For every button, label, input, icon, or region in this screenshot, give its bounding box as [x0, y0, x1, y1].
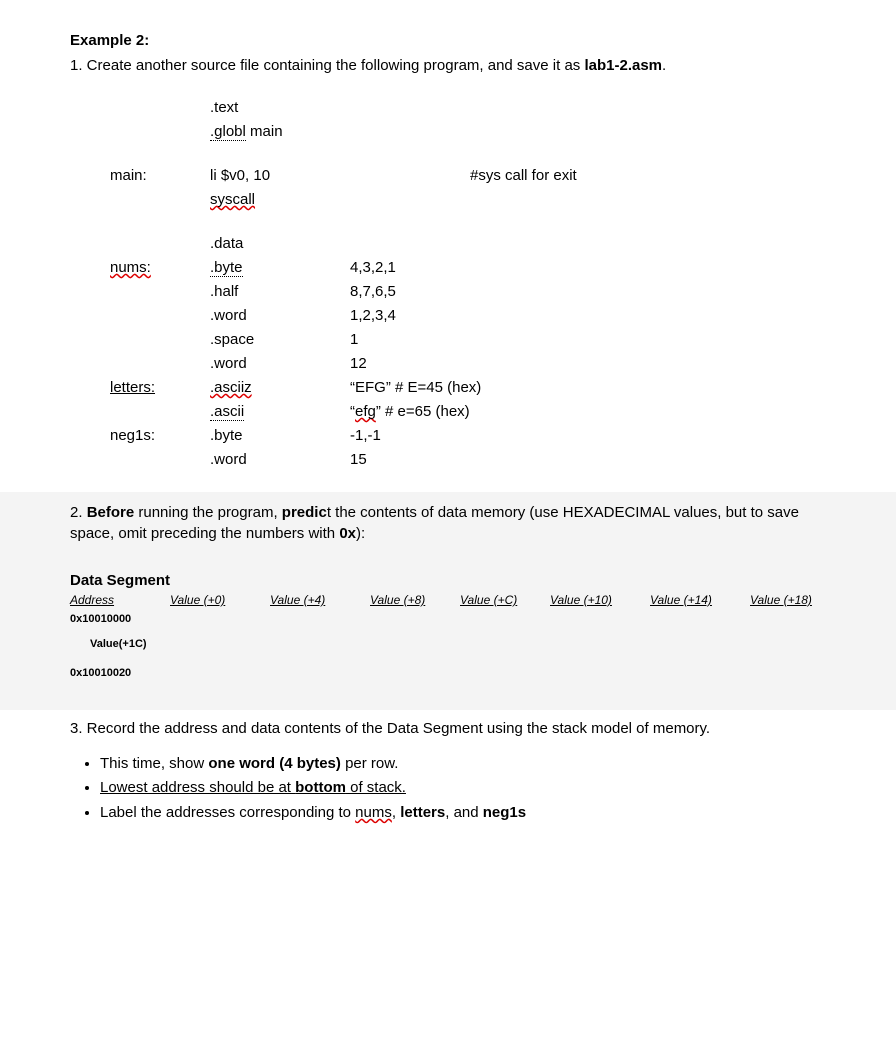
code-line: .word 12 — [110, 352, 826, 376]
b3b: nums — [355, 804, 392, 821]
value-text: -1,-1 — [350, 424, 470, 448]
value-text: 1 — [350, 328, 470, 352]
directive-text: .word — [210, 352, 350, 376]
code-line: .half 8,7,6,5 — [110, 280, 826, 304]
prediction-section: 2. Before running the program, predict t… — [0, 492, 896, 710]
col-value-c: Value (+C) — [460, 591, 550, 610]
b2-underline: Lowest address should be at bottom of st… — [100, 779, 406, 796]
directive-text: .space — [210, 328, 350, 352]
segment-data-row: 0x10010020 — [70, 664, 826, 684]
code-line: main: li $v0, 10 #sys call for exit — [110, 164, 826, 188]
directive-text: .word — [210, 448, 350, 472]
code-line: .text — [110, 96, 826, 120]
b3a: Label the addresses corresponding to — [100, 804, 355, 821]
instruction-1: 1. Create another source file containing… — [70, 55, 826, 76]
code-line: .data — [110, 232, 826, 256]
code-line: .word 1,2,3,4 — [110, 304, 826, 328]
value-text: 8,7,6,5 — [350, 280, 470, 304]
p2f: 0x — [339, 525, 356, 542]
b2c: of stack. — [346, 779, 406, 796]
directive-text: .text — [210, 96, 350, 120]
instruction-2: 2. Before running the program, predict t… — [70, 502, 826, 544]
directive-ascii: .ascii — [210, 403, 244, 421]
page-content: Example 2: 1. Create another source file… — [0, 0, 896, 866]
b3d: letters — [400, 804, 445, 821]
label-letters: letters: — [110, 379, 155, 396]
code-line: .ascii “efg” # e=65 (hex) — [110, 400, 826, 424]
directive-text: .half — [210, 280, 350, 304]
col-value-14: Value (+14) — [650, 591, 750, 610]
list-item: This time, show one word (4 bytes) per r… — [100, 753, 826, 776]
p2g: ): — [356, 525, 365, 542]
list-item: Label the addresses corresponding to num… — [100, 802, 826, 825]
code-line: letters: .asciiz “EFG” # E=45 (hex) — [110, 376, 826, 400]
directive-text: .byte — [210, 259, 243, 277]
code-line: syscall — [110, 188, 826, 212]
directive-text: .data — [210, 232, 350, 256]
value-text: 12 — [350, 352, 470, 376]
instruction-1-text-c: . — [662, 57, 666, 74]
quote-c: ” # e=65 (hex) — [376, 403, 470, 420]
instruction-syscall: syscall — [210, 191, 255, 208]
segment-header-row: Address Value (+0) Value (+4) Value (+8)… — [70, 591, 826, 610]
col-value-8: Value (+8) — [370, 591, 460, 610]
col-value-18: Value (+18) — [750, 591, 840, 610]
code-line: .space 1 — [110, 328, 826, 352]
col-address: Address — [70, 591, 170, 610]
code-line: neg1s: .byte -1,-1 — [110, 424, 826, 448]
directive-text: .byte — [210, 424, 350, 448]
directive-asciiz: .asciiz — [210, 379, 252, 396]
list-item: Lowest address should be at bottom of st… — [100, 777, 826, 800]
instruction-1-text-a: 1. Create another source file containing… — [70, 57, 584, 74]
address-cell: 0x10010020 — [70, 664, 170, 684]
filename: lab1-2.asm — [584, 57, 662, 74]
instruction-text: li $v0, 10 — [210, 164, 350, 188]
value-text: 1,2,3,4 — [350, 304, 470, 328]
p2c: running the program, — [134, 504, 282, 521]
b2a: Lowest address should be at — [100, 779, 295, 796]
data-segment-title: Data Segment — [70, 572, 826, 589]
directive-text: .globl — [210, 123, 246, 141]
label-main: main: — [110, 164, 210, 188]
directive-text: .word — [210, 304, 350, 328]
col-value-0: Value (+0) — [170, 591, 270, 610]
directive-globl: .globl main — [210, 120, 350, 144]
code-line: .globl main — [110, 120, 826, 144]
col-value-10: Value (+10) — [550, 591, 650, 610]
efg-text: efg — [355, 403, 376, 420]
value-text: “EFG” # E=45 (hex) — [350, 376, 470, 400]
value-text: “efg” # e=65 (hex) — [350, 400, 470, 424]
example-heading: Example 2: — [70, 30, 826, 51]
p2d: predic — [282, 504, 327, 521]
code-line: .word 15 — [110, 448, 826, 472]
b3f: neg1s — [483, 804, 526, 821]
bullet-list: This time, show one word (4 bytes) per r… — [100, 753, 826, 825]
b3e: , and — [445, 804, 483, 821]
segment-data-row: 0x10010000 — [70, 610, 826, 630]
value-text: 4,3,2,1 — [350, 256, 470, 280]
b3c: , — [392, 804, 400, 821]
segment-extra-col: Value(+1C) — [70, 638, 826, 650]
instruction-3: 3. Record the address and data contents … — [70, 718, 826, 739]
label-neg1s: neg1s: — [110, 424, 210, 448]
directive-arg: main — [246, 123, 283, 140]
col-value-4: Value (+4) — [270, 591, 370, 610]
b1b: one word (4 bytes) — [208, 755, 341, 772]
value-text: 15 — [350, 448, 470, 472]
p2a: 2. — [70, 504, 87, 521]
b1c: per row. — [341, 755, 399, 772]
code-line: nums: .byte 4,3,2,1 — [110, 256, 826, 280]
b2b: bottom — [295, 779, 346, 796]
p2b: Before — [87, 504, 135, 521]
label-nums: nums: — [110, 259, 151, 276]
address-cell: 0x10010000 — [70, 610, 170, 630]
b1a: This time, show — [100, 755, 208, 772]
comment-text: #sys call for exit — [470, 164, 826, 188]
assembly-code-block: .text .globl main main: li $v0, 10 #sys … — [110, 96, 826, 472]
